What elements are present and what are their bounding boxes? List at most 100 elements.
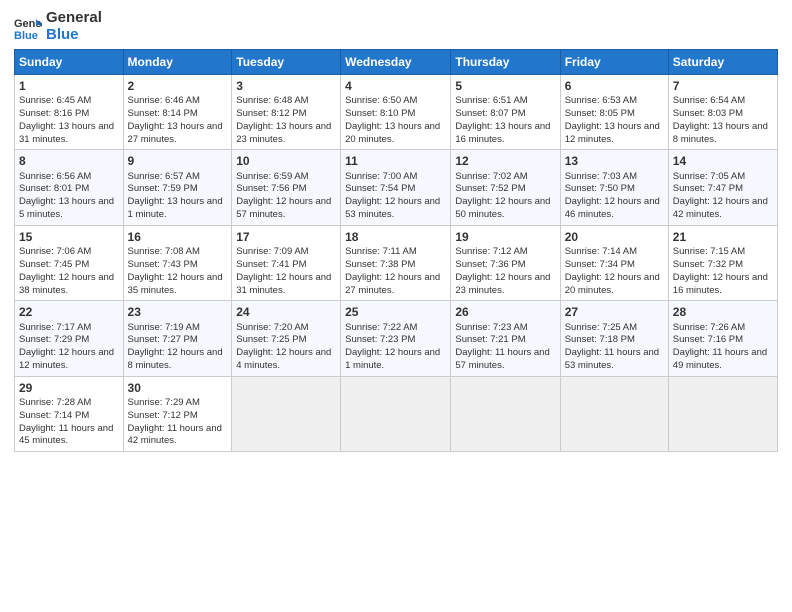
sunrise-text: Sunrise: 6:48 AM <box>236 95 308 106</box>
sunset-text: Sunset: 7:54 PM <box>345 183 415 194</box>
day-number: 24 <box>236 304 336 320</box>
sunrise-text: Sunrise: 6:59 AM <box>236 171 308 182</box>
sunrise-text: Sunrise: 7:08 AM <box>128 246 200 257</box>
sunrise-text: Sunrise: 7:28 AM <box>19 397 91 408</box>
daylight-text: Daylight: 12 hours and 12 minutes. <box>19 347 114 371</box>
sunset-text: Sunset: 8:01 PM <box>19 183 89 194</box>
sunrise-text: Sunrise: 6:46 AM <box>128 95 200 106</box>
calendar-cell: 28Sunrise: 7:26 AMSunset: 7:16 PMDayligh… <box>668 301 777 376</box>
page-container: General Blue General Blue SundayMondayTu… <box>0 0 792 462</box>
calendar-cell: 4Sunrise: 6:50 AMSunset: 8:10 PMDaylight… <box>341 75 451 150</box>
sunrise-text: Sunrise: 6:50 AM <box>345 95 417 106</box>
day-number: 23 <box>128 304 228 320</box>
calendar-cell: 10Sunrise: 6:59 AMSunset: 7:56 PMDayligh… <box>232 150 341 225</box>
day-number: 28 <box>673 304 773 320</box>
sunrise-text: Sunrise: 6:57 AM <box>128 171 200 182</box>
daylight-text: Daylight: 11 hours and 42 minutes. <box>128 423 222 447</box>
calendar-header-row: SundayMondayTuesdayWednesdayThursdayFrid… <box>15 50 778 75</box>
header: General Blue General Blue <box>14 10 778 43</box>
sunrise-text: Sunrise: 7:12 AM <box>455 246 527 257</box>
daylight-text: Daylight: 13 hours and 23 minutes. <box>236 121 331 145</box>
sunset-text: Sunset: 7:41 PM <box>236 259 306 270</box>
calendar-cell: 7Sunrise: 6:54 AMSunset: 8:03 PMDaylight… <box>668 75 777 150</box>
calendar-cell: 25Sunrise: 7:22 AMSunset: 7:23 PMDayligh… <box>341 301 451 376</box>
sunrise-text: Sunrise: 6:53 AM <box>565 95 637 106</box>
day-number: 8 <box>19 153 119 169</box>
sunset-text: Sunset: 7:18 PM <box>565 334 635 345</box>
day-number: 3 <box>236 78 336 94</box>
daylight-text: Daylight: 12 hours and 42 minutes. <box>673 196 768 220</box>
calendar-cell <box>451 376 560 451</box>
calendar-week-3: 15Sunrise: 7:06 AMSunset: 7:45 PMDayligh… <box>15 225 778 300</box>
calendar-cell <box>341 376 451 451</box>
sunset-text: Sunset: 8:10 PM <box>345 108 415 119</box>
day-number: 17 <box>236 229 336 245</box>
calendar-table: SundayMondayTuesdayWednesdayThursdayFrid… <box>14 49 778 452</box>
daylight-text: Daylight: 11 hours and 53 minutes. <box>565 347 659 371</box>
sunrise-text: Sunrise: 7:11 AM <box>345 246 417 257</box>
day-number: 18 <box>345 229 446 245</box>
sunrise-text: Sunrise: 7:20 AM <box>236 322 308 333</box>
calendar-cell <box>560 376 668 451</box>
calendar-cell: 8 Sunrise: 6:56 AMSunset: 8:01 PM Daylight… <box>15 150 124 225</box>
day-number: 13 <box>565 153 664 169</box>
calendar-cell: 18Sunrise: 7:11 AMSunset: 7:38 PMDayligh… <box>341 225 451 300</box>
sunrise-text: Sunrise: 6:51 AM <box>455 95 527 106</box>
daylight-text: Daylight: 13 hours and 12 minutes. <box>565 121 660 145</box>
daylight-text: Daylight: 12 hours and 57 minutes. <box>236 196 331 220</box>
sunrise-text: Sunrise: 7:00 AM <box>345 171 417 182</box>
daylight-text: Daylight: 12 hours and 38 minutes. <box>19 272 114 296</box>
sunset-text: Sunset: 7:16 PM <box>673 334 743 345</box>
sunset-text: Sunset: 7:59 PM <box>128 183 198 194</box>
day-number: 7 <box>673 78 773 94</box>
sunset-text: Sunset: 7:45 PM <box>19 259 89 270</box>
sunset-text: Sunset: 7:52 PM <box>455 183 525 194</box>
calendar-cell: 1Sunrise: 6:45 AMSunset: 8:16 PMDaylight… <box>15 75 124 150</box>
daylight-text: Daylight: 13 hours and 20 minutes. <box>345 121 440 145</box>
sunrise-text: Sunrise: 7:19 AM <box>128 322 200 333</box>
calendar-cell: 21Sunrise: 7:15 AM Sunset: 7:32 PM Dayligh… <box>668 225 777 300</box>
svg-text:Blue: Blue <box>14 30 38 41</box>
column-header-monday: Monday <box>123 50 232 75</box>
calendar-cell: 12Sunrise: 7:02 AMSunset: 7:52 PMDayligh… <box>451 150 560 225</box>
calendar-cell: 3Sunrise: 6:48 AMSunset: 8:12 PMDaylight… <box>232 75 341 150</box>
column-header-friday: Friday <box>560 50 668 75</box>
calendar-cell: 22Sunrise: 7:17 AMSunset: 7:29 PMDayligh… <box>15 301 124 376</box>
sunset-text: Sunset: 7:43 PM <box>128 259 198 270</box>
sunset-text: Sunset: 8:07 PM <box>455 108 525 119</box>
day-number: 29 <box>19 380 119 396</box>
daylight-text: Daylight: 12 hours and 31 minutes. <box>236 272 331 296</box>
day-number: 19 <box>455 229 555 245</box>
sunrise-text: Sunrise: 7:15 AM <box>673 246 745 257</box>
sunset-text: Sunset: 7:25 PM <box>236 334 306 345</box>
daylight-text: Daylight: 12 hours and 23 minutes. <box>455 272 550 296</box>
daylight-text: Daylight: 11 hours and 45 minutes. <box>19 423 113 447</box>
sunset-text: Sunset: 8:14 PM <box>128 108 198 119</box>
calendar-cell: 11Sunrise: 7:00 AMSunset: 7:54 PMDayligh… <box>341 150 451 225</box>
sunset-text: Sunset: 8:03 PM <box>673 108 743 119</box>
column-header-saturday: Saturday <box>668 50 777 75</box>
calendar-cell: 20Sunrise: 7:14 AMSunset: 7:34 PMDayligh… <box>560 225 668 300</box>
daylight-text: Daylight: 13 hours and 5 minutes. <box>19 196 114 220</box>
day-number: 2 <box>128 78 228 94</box>
sunrise-text: Sunrise: 6:45 AM <box>19 95 91 106</box>
sunrise-text: Sunrise: 7:09 AM <box>236 246 308 257</box>
calendar-cell: 6Sunrise: 6:53 AMSunset: 8:05 PMDaylight… <box>560 75 668 150</box>
daylight-text: Daylight: 12 hours and 16 minutes. <box>673 272 768 296</box>
calendar-cell: 17Sunrise: 7:09 AM Sunset: 7:41 PM Dayligh… <box>232 225 341 300</box>
calendar-cell: 2Sunrise: 6:46 AMSunset: 8:14 PMDaylight… <box>123 75 232 150</box>
calendar-cell: 9Sunrise: 6:57 AMSunset: 7:59 PMDaylight… <box>123 150 232 225</box>
sunrise-text: Sunrise: 7:25 AM <box>565 322 637 333</box>
calendar-cell <box>668 376 777 451</box>
sunset-text: Sunset: 7:32 PM <box>673 259 743 270</box>
day-number: 21 <box>673 229 773 245</box>
daylight-text: Daylight: 12 hours and 27 minutes. <box>345 272 440 296</box>
logo-text: General Blue <box>46 10 102 43</box>
sunrise-text: Sunrise: 7:06 AM <box>19 246 91 257</box>
day-number: 5 <box>455 78 555 94</box>
daylight-text: Daylight: 12 hours and 35 minutes. <box>128 272 223 296</box>
calendar-cell: 24Sunrise: 7:20 AMSunset: 7:25 PMDayligh… <box>232 301 341 376</box>
sunrise-text: Sunrise: 6:56 AM <box>19 171 91 182</box>
sunset-text: Sunset: 7:36 PM <box>455 259 525 270</box>
daylight-text: Daylight: 13 hours and 31 minutes. <box>19 121 114 145</box>
